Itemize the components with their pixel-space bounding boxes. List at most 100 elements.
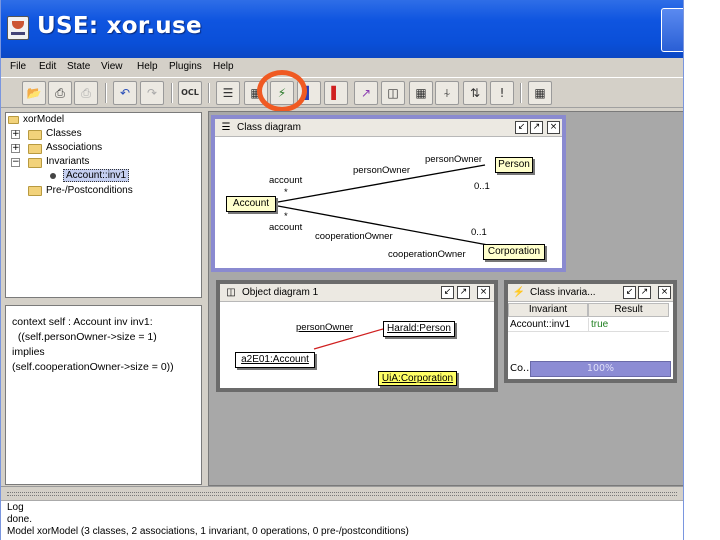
window-icon: ◫	[226, 287, 236, 298]
object-diagram-window[interactable]: ◫ Object diagram 1 ↙ ↗ × personOwner Har…	[216, 280, 498, 392]
class-invariants-window[interactable]: ⚡ Class invaria... ↙ ↗ × Invariant Resul…	[504, 280, 677, 383]
class-extent-button[interactable]: ▦	[409, 81, 433, 105]
role-label-cooperation-owner: cooperationOwner	[388, 249, 466, 260]
tree-item-invariants[interactable]: Invariants	[46, 156, 89, 167]
object-account[interactable]: a2E01:Account	[235, 352, 315, 368]
object-corporation[interactable]: UiA:Corporation	[378, 371, 457, 386]
app-window: USE: xor.use File Edit State View Help P…	[0, 0, 684, 540]
redo-button[interactable]: ↷	[140, 81, 164, 105]
folder-open-icon: 📂	[26, 86, 42, 100]
model-browser-button[interactable]: ☰	[216, 81, 240, 105]
table-view-button[interactable]: ▦	[528, 81, 552, 105]
table-icon: ▦	[415, 86, 427, 100]
undo-button[interactable]: ↶	[113, 81, 137, 105]
object-corporation-label: UiA:Corporation	[381, 373, 454, 384]
table-cell-result[interactable]: true	[588, 318, 669, 332]
close-icon[interactable]: ×	[477, 286, 490, 299]
log-divider[interactable]	[1, 487, 683, 501]
association-name-cooperation-owner: cooperationOwner	[315, 231, 393, 242]
desktop-pane: ☰ Class diagram ↙ ↗ × Account Person Cor…	[208, 111, 683, 486]
highlight-annotation-circle	[257, 70, 307, 112]
print-view-button[interactable]: ⎙	[74, 81, 98, 105]
tree-item-account-inv1[interactable]: Account::inv1	[63, 169, 130, 182]
toolbar-separator	[171, 83, 173, 103]
grid-icon: ▦	[534, 86, 546, 100]
maximize-icon[interactable]: ↗	[530, 121, 543, 134]
object-account-label: a2E01:Account	[241, 354, 309, 365]
role-label-account: account	[269, 175, 303, 186]
menu-state[interactable]: State	[67, 61, 90, 72]
close-icon[interactable]: ×	[547, 121, 560, 134]
nodes-icon: ⍭	[443, 86, 451, 100]
object-diagram-title-bar[interactable]: ◫ Object diagram 1 ↙ ↗ ×	[220, 284, 494, 302]
minimize-icon[interactable]: ↙	[515, 121, 528, 134]
minimize-icon[interactable]: ↙	[623, 286, 636, 299]
splitter-grip[interactable]	[7, 492, 677, 496]
multiplicity-label: *	[284, 211, 288, 222]
toolbar-separator	[520, 83, 522, 103]
collapse-invariants-icon[interactable]: −	[11, 158, 20, 167]
toolbar: 📂 ⎙ ⎙ ↶ ↷ OCL ☰ ▦ ⚡ ▌ ▌ ↗ ◫ ▦ ⍭ ⇅ ! ▦	[1, 77, 683, 108]
menu-view[interactable]: View	[101, 61, 123, 72]
tree-item-associations[interactable]: Associations	[46, 142, 102, 153]
undo-icon: ↶	[119, 86, 131, 100]
class-diagram-window[interactable]: ☰ Class diagram ↙ ↗ × Account Person Cor…	[211, 115, 566, 272]
state-evolution-button[interactable]: ↗	[354, 81, 378, 105]
ocl-evaluate-button[interactable]: OCL	[178, 81, 202, 105]
maximize-icon[interactable]: ↗	[457, 286, 470, 299]
multiplicity-label: 0..1	[474, 181, 490, 192]
folder-icon	[28, 130, 42, 140]
folder-open-icon	[28, 158, 42, 168]
close-icon[interactable]: ×	[658, 286, 671, 299]
minimize-icon[interactable]: ↙	[441, 286, 454, 299]
role-label-account: account	[269, 222, 303, 233]
class-invariants-title-bar[interactable]: ⚡ Class invaria... ↙ ↗ ×	[508, 284, 673, 302]
expand-classes-icon[interactable]: +	[11, 130, 20, 139]
tree-root-label[interactable]: xorModel	[23, 114, 64, 125]
ocl-line: (self.cooperationOwner->size = 0))	[12, 361, 174, 373]
link-count-button[interactable]: ▌	[324, 81, 348, 105]
tree-item-prepost[interactable]: Pre-/Postconditions	[46, 185, 133, 196]
log-header-label: Log	[7, 502, 24, 513]
role-label-person-owner: personOwner	[425, 154, 483, 165]
column-header-invariant[interactable]: Invariant	[508, 303, 588, 317]
lightning-icon: ⚡	[512, 287, 526, 298]
menu-help-2[interactable]: Help	[213, 61, 234, 72]
selected-invariant-label[interactable]: Account::inv1	[63, 169, 130, 182]
sequence-diagram-button[interactable]: ⇅	[463, 81, 487, 105]
ocl-definition-panel: context self : Account inv inv1: ((self.…	[5, 305, 202, 485]
print-button[interactable]: ⎙	[48, 81, 72, 105]
printer-icon: ⎙	[55, 86, 65, 100]
expand-associations-icon[interactable]: +	[11, 144, 20, 153]
open-file-button[interactable]: 📂	[22, 81, 46, 105]
menu-bar: File Edit State View Help Plugins Help	[1, 58, 683, 76]
object-harald-label: Harald:Person	[387, 323, 451, 334]
column-header-result[interactable]: Result	[588, 303, 669, 317]
menu-edit[interactable]: Edit	[39, 61, 56, 72]
table-cell-invariant[interactable]: Account::inv1	[508, 318, 588, 332]
class-person[interactable]: Person	[495, 157, 533, 173]
object-harald[interactable]: Harald:Person	[383, 321, 455, 337]
menu-plugins[interactable]: Plugins	[169, 61, 202, 72]
bar-chart-red-icon: ▌	[331, 86, 341, 100]
window-controls[interactable]	[661, 8, 683, 52]
object-diagram-button[interactable]: ◫	[381, 81, 405, 105]
invariants-status-bar: Co... 100%	[508, 360, 673, 379]
call-stack-button[interactable]: !	[490, 81, 514, 105]
tree-item-classes[interactable]: Classes	[46, 128, 82, 139]
class-corporation[interactable]: Corporation	[483, 244, 545, 260]
java-app-icon[interactable]	[7, 16, 29, 40]
association-name-person-owner: personOwner	[353, 165, 411, 176]
log-panel: Log done. Model xorModel (3 classes, 2 a…	[1, 486, 683, 540]
title-bar: USE: xor.use	[1, 0, 683, 58]
redo-icon: ↷	[146, 86, 158, 100]
class-diagram-title-bar[interactable]: ☰ Class diagram ↙ ↗ ×	[215, 119, 562, 137]
class-account[interactable]: Account	[226, 196, 276, 212]
class-invariants-title: Class invaria...	[530, 287, 596, 298]
menu-file[interactable]: File	[10, 61, 26, 72]
log-line: done.	[7, 514, 33, 525]
menu-help[interactable]: Help	[137, 61, 158, 72]
maximize-icon[interactable]: ↗	[638, 286, 651, 299]
list-icon: ☰	[222, 86, 234, 100]
object-properties-button[interactable]: ⍭	[435, 81, 459, 105]
